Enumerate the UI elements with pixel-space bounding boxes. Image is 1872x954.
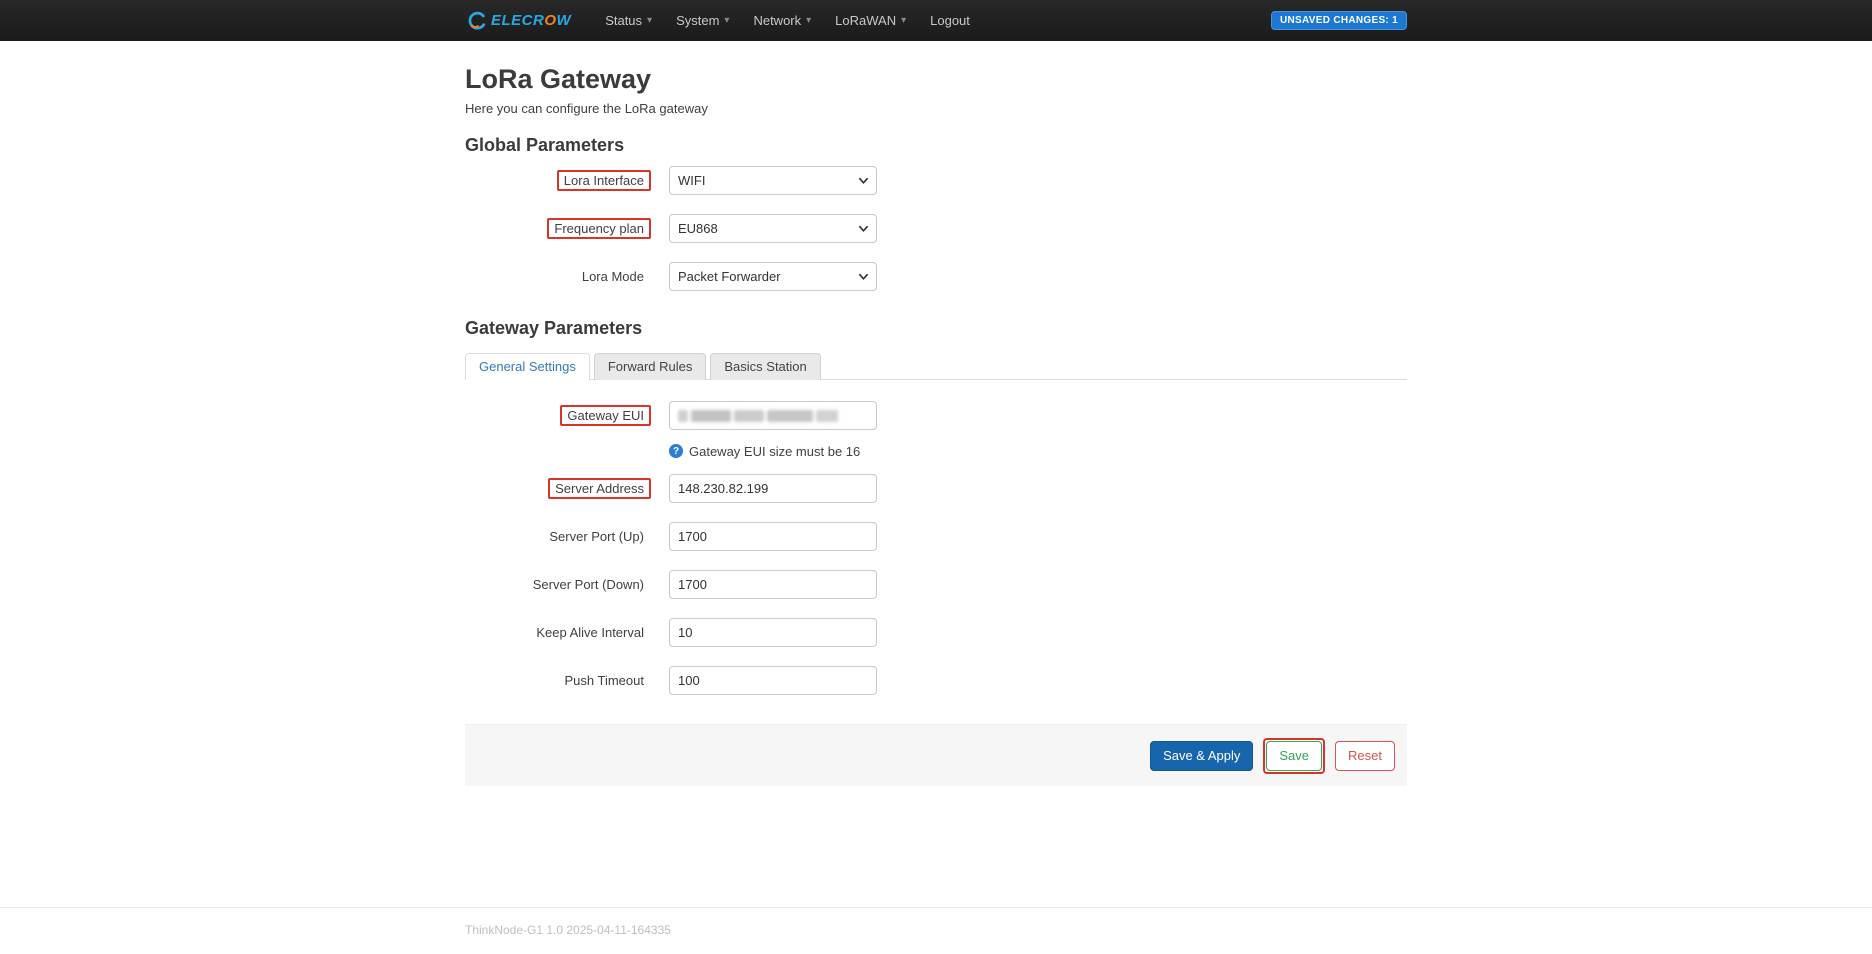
server-address-label: Server Address: [555, 481, 644, 496]
label-column: Lora Mode: [465, 269, 651, 284]
control-column: [669, 401, 877, 430]
tab-general-settings[interactable]: General Settings: [465, 353, 590, 380]
frequency-plan-label: Frequency plan: [554, 221, 644, 236]
server-address-input[interactable]: [669, 474, 877, 503]
server-port-down-input[interactable]: [669, 570, 877, 599]
form-row-lora-interface: Lora Interface WIFI: [465, 165, 1407, 195]
annotation-highlight-box: Frequency plan: [547, 218, 651, 239]
global-parameters-form: Lora Interface WIFI Frequency plan EU868: [465, 165, 1407, 291]
unsaved-changes-badge[interactable]: UNSAVED CHANGES: 1: [1271, 11, 1407, 30]
navbar-inner: ELECROW Status ▾ System ▾ Network ▾ LoRaWAN…: [465, 0, 1407, 41]
form-row-server-port-up: Server Port (Up): [465, 521, 1407, 551]
label-column: Server Address: [465, 478, 651, 499]
tab-forward-rules[interactable]: Forward Rules: [594, 353, 707, 380]
save-button[interactable]: Save: [1266, 741, 1322, 771]
lora-mode-label: Lora Mode: [582, 269, 644, 284]
lora-interface-label: Lora Interface: [564, 173, 644, 188]
footer-version-text: ThinkNode-G1 1.0 2025-04-11-164335: [465, 923, 1407, 937]
lora-interface-select[interactable]: WIFI: [669, 166, 877, 195]
gateway-eui-shell: [669, 401, 877, 430]
annotation-highlight-box: Gateway EUI: [560, 405, 651, 426]
nav-item-logout[interactable]: Logout: [918, 0, 982, 41]
push-timeout-input[interactable]: [669, 666, 877, 695]
nav-item-lorawan[interactable]: LoRaWAN ▾: [823, 0, 918, 41]
reset-button[interactable]: Reset: [1335, 741, 1395, 771]
form-row-server-port-down: Server Port (Down): [465, 569, 1407, 599]
control-column: [669, 618, 877, 647]
label-column: Server Port (Up): [465, 529, 651, 544]
frequency-plan-select[interactable]: EU868: [669, 214, 877, 243]
form-row-lora-mode: Lora Mode Packet Forwarder: [465, 261, 1407, 291]
content-container: LoRa Gateway Here you can configure the …: [465, 63, 1407, 937]
gateway-tabs: General Settings Forward Rules Basics St…: [465, 352, 1407, 380]
nav-item-label: LoRaWAN: [835, 13, 896, 28]
server-port-up-input[interactable]: [669, 522, 877, 551]
label-column: Push Timeout: [465, 673, 651, 688]
select-wrapper: Packet Forwarder: [669, 262, 877, 291]
global-parameters-heading: Global Parameters: [465, 135, 1407, 155]
save-apply-button[interactable]: Save & Apply: [1150, 741, 1253, 771]
nav-item-label: System: [676, 13, 719, 28]
form-row-frequency-plan: Frequency plan EU868: [465, 213, 1407, 243]
page-subtitle: Here you can configure the LoRa gateway: [465, 101, 1407, 116]
brand-text: ELECROW: [491, 12, 571, 29]
nav-item-label: Status: [605, 13, 642, 28]
nav-item-label: Network: [753, 13, 801, 28]
page-title: LoRa Gateway: [465, 63, 1407, 95]
gateway-parameters-heading: Gateway Parameters: [465, 318, 1407, 338]
label-column: Lora Interface: [465, 170, 651, 191]
caret-down-icon: ▾: [647, 16, 652, 26]
select-wrapper: EU868: [669, 214, 877, 243]
control-column: [669, 570, 877, 599]
control-column: [669, 666, 877, 695]
server-port-down-label: Server Port (Down): [533, 577, 644, 592]
push-timeout-label: Push Timeout: [565, 673, 645, 688]
gateway-eui-label: Gateway EUI: [567, 408, 644, 423]
annotation-highlight-box: Lora Interface: [557, 170, 651, 191]
label-column: Frequency plan: [465, 218, 651, 239]
form-row-gateway-eui: Gateway EUI: [465, 400, 1407, 430]
nav-item-status[interactable]: Status ▾: [593, 0, 664, 41]
top-navbar: ELECROW Status ▾ System ▾ Network ▾ LoRaWAN…: [0, 0, 1872, 41]
question-circle-icon: ?: [669, 444, 683, 458]
annotation-highlight-box: Server Address: [548, 478, 651, 499]
form-row-server-address: Server Address: [465, 473, 1407, 503]
control-column: [669, 474, 877, 503]
keep-alive-interval-label: Keep Alive Interval: [536, 625, 644, 640]
server-port-up-label: Server Port (Up): [549, 529, 644, 544]
caret-down-icon: ▾: [806, 16, 811, 26]
nav-menu: Status ▾ System ▾ Network ▾ LoRaWAN ▾ Logout: [593, 0, 982, 41]
brand-logo[interactable]: ELECROW: [465, 10, 571, 32]
elecrow-logo-icon: [465, 10, 487, 32]
control-column: EU868: [669, 214, 877, 243]
control-column: [669, 522, 877, 551]
footer-divider: [0, 907, 1872, 908]
form-row-keep-alive: Keep Alive Interval: [465, 617, 1407, 647]
form-row-push-timeout: Push Timeout: [465, 665, 1407, 695]
label-column: Keep Alive Interval: [465, 625, 651, 640]
control-column: WIFI: [669, 166, 877, 195]
gateway-eui-help: ? Gateway EUI size must be 16: [669, 443, 1407, 459]
caret-down-icon: ▾: [724, 16, 729, 26]
page-actions-bar: Save & Apply Save Reset: [465, 724, 1407, 786]
select-wrapper: WIFI: [669, 166, 877, 195]
label-column: Gateway EUI: [465, 405, 651, 426]
tab-basics-station[interactable]: Basics Station: [710, 353, 820, 380]
main-content: LoRa Gateway Here you can configure the …: [0, 63, 1872, 937]
control-column: Packet Forwarder: [669, 262, 877, 291]
nav-item-network[interactable]: Network ▾: [741, 0, 823, 41]
gateway-eui-input[interactable]: [669, 401, 877, 430]
caret-down-icon: ▾: [901, 16, 906, 26]
annotation-highlight-box: Save: [1263, 738, 1325, 774]
keep-alive-interval-input[interactable]: [669, 618, 877, 647]
gateway-eui-help-text: Gateway EUI size must be 16: [689, 444, 860, 459]
lora-mode-select[interactable]: Packet Forwarder: [669, 262, 877, 291]
label-column: Server Port (Down): [465, 577, 651, 592]
nav-item-system[interactable]: System ▾: [664, 0, 741, 41]
nav-item-label: Logout: [930, 13, 970, 28]
general-settings-panel: Gateway EUI ?: [465, 380, 1407, 695]
